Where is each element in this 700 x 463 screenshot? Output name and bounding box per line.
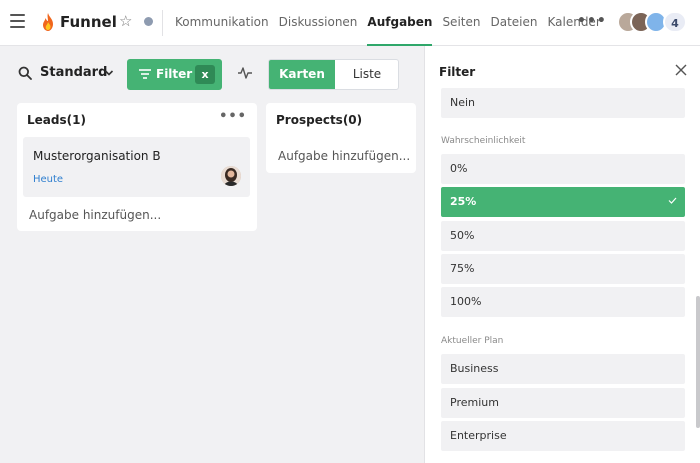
- fire-icon: [43, 13, 53, 31]
- add-task-link[interactable]: Aufgabe hinzufügen...: [29, 208, 161, 222]
- star-icon[interactable]: ☆: [119, 13, 132, 29]
- close-icon[interactable]: [675, 64, 687, 76]
- filter-option-100[interactable]: 100%: [441, 287, 685, 317]
- project-title: Funnel: [60, 13, 117, 31]
- member-count-badge: 4: [663, 11, 687, 33]
- tab-seiten[interactable]: Seiten: [442, 0, 480, 46]
- task-card[interactable]: Musterorganisation B Heute: [23, 137, 250, 197]
- filter-section-label: Wahrscheinlichkeit: [441, 136, 526, 146]
- avatar: [221, 166, 241, 186]
- project-tabs: Kommunikation Diskussionen Aufgaben Seit…: [175, 0, 611, 46]
- tab-diskussionen[interactable]: Diskussionen: [279, 0, 358, 46]
- header-divider: [162, 10, 163, 36]
- filter-option-25[interactable]: 25%: [441, 187, 685, 217]
- tab-aufgaben[interactable]: Aufgaben: [367, 0, 433, 46]
- task-due-date: Heute: [33, 174, 64, 185]
- filter-panel: Filter Nein Wahrscheinlichkeit 0% 25% 50…: [424, 46, 700, 463]
- search-icon[interactable]: [18, 66, 32, 80]
- check-icon: [668, 197, 677, 204]
- cards-view-button[interactable]: Karten: [269, 60, 335, 89]
- menu-icon[interactable]: [10, 14, 25, 28]
- panel-scrollbar[interactable]: [696, 296, 700, 428]
- filter-button-label: Filter: [156, 67, 193, 81]
- filter-option-enterprise[interactable]: Enterprise: [441, 421, 685, 451]
- column-more-icon[interactable]: •••: [219, 109, 247, 124]
- add-task-link[interactable]: Aufgabe hinzufügen...: [278, 149, 410, 163]
- filter-option-business[interactable]: Business: [441, 354, 685, 384]
- chevron-down-icon[interactable]: [104, 68, 114, 78]
- status-dot-icon: [144, 17, 153, 26]
- list-view-button[interactable]: Liste: [335, 60, 398, 89]
- column-title: Leads(1): [27, 113, 86, 127]
- app-header: Funnel ☆ Kommunikation Diskussionen Aufg…: [0, 0, 700, 46]
- column-title: Prospects(0): [276, 113, 363, 127]
- task-title: Musterorganisation B: [33, 149, 161, 163]
- filter-option-nein[interactable]: Nein: [441, 88, 685, 118]
- activity-icon[interactable]: [238, 66, 252, 80]
- tab-dateien[interactable]: Dateien: [490, 0, 537, 46]
- tab-kommunikation[interactable]: Kommunikation: [175, 0, 269, 46]
- more-tabs-icon[interactable]: •••: [577, 13, 607, 29]
- filter-option-50[interactable]: 50%: [441, 221, 685, 251]
- board-column-leads: Leads(1) ••• Musterorganisation B Heute …: [17, 103, 257, 231]
- filter-option-75[interactable]: 75%: [441, 254, 685, 284]
- board-column-prospects: Prospects(0) Aufgabe hinzufügen...: [266, 103, 416, 173]
- filter-panel-title: Filter: [439, 65, 476, 79]
- filter-button[interactable]: Filter x: [127, 59, 222, 90]
- filter-option-premium[interactable]: Premium: [441, 388, 685, 418]
- view-toggle: Karten Liste: [268, 59, 399, 90]
- filter-option-0[interactable]: 0%: [441, 154, 685, 184]
- filter-section-label: Aktueller Plan: [441, 336, 504, 346]
- filter-lines-icon: [139, 69, 151, 79]
- clear-filter-button[interactable]: x: [195, 65, 215, 84]
- view-select[interactable]: Standard: [40, 65, 107, 80]
